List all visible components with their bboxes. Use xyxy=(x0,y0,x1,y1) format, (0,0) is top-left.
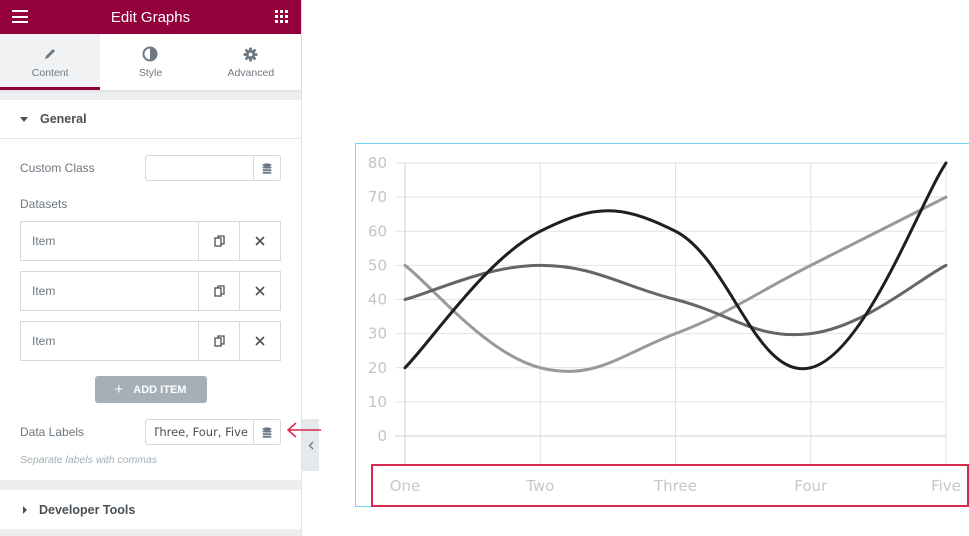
y-tick-label: 30 xyxy=(368,325,387,343)
y-tick-label: 10 xyxy=(368,393,387,411)
y-tick-label: 20 xyxy=(368,359,387,377)
y-tick-label: 40 xyxy=(368,291,387,309)
y-tick-label: 70 xyxy=(368,188,387,206)
y-tick-label: 50 xyxy=(368,256,387,274)
x-labels-highlight xyxy=(371,464,969,507)
y-tick-label: 60 xyxy=(368,222,387,240)
y-tick-label: 0 xyxy=(377,427,387,445)
line-chart: 01020304050607080One Two Three Four Five xyxy=(368,154,961,495)
y-tick-label: 80 xyxy=(368,154,387,172)
